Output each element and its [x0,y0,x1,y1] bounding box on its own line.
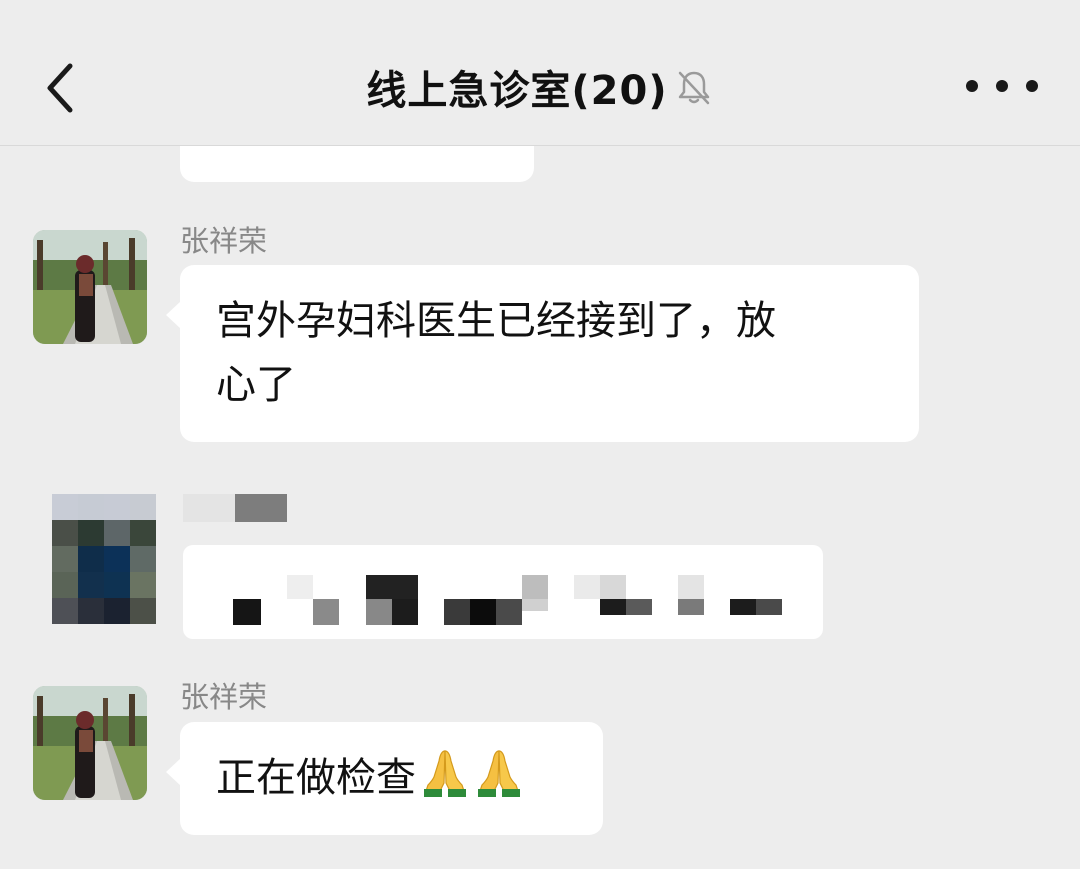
folded-hands-icon [424,750,466,797]
avatar[interactable] [33,230,147,344]
avatar-pixelated[interactable] [52,494,156,624]
avatar-photo [33,230,147,344]
folded-hands-icon [478,750,520,797]
chat-screen: 线上急诊室(20) 张祥荣 宫外孕妇科医生已经接到了，放 心了 张祥荣 正在做检… [0,0,1080,869]
sender-name: 张祥荣 [180,224,268,258]
more-dot [1026,80,1038,92]
message-text: 正在做检查 [216,755,416,801]
message-bubble-pixelated[interactable] [183,545,823,639]
chat-title: 线上急诊室(20) [366,68,668,114]
message-text-line: 心了 [216,362,296,408]
sender-name: 张祥荣 [180,680,268,714]
message-bubble[interactable]: 宫外孕妇科医生已经接到了，放 心了 [166,265,919,442]
more-dot [996,80,1008,92]
previous-message-bubble[interactable] [180,146,534,182]
message-text-line: 宫外孕妇科医生已经接到了，放 [216,298,776,344]
message-bubble[interactable]: 正在做检查 [166,722,603,835]
bell-off-icon [678,71,709,105]
avatar[interactable] [33,686,147,800]
title-area: 线上急诊室(20) [0,55,1080,119]
more-button[interactable] [966,70,1038,102]
more-dot [966,80,978,92]
chat-header: 线上急诊室(20) [0,0,1080,146]
sender-name-pixelated [183,494,287,522]
avatar-photo [33,686,147,800]
